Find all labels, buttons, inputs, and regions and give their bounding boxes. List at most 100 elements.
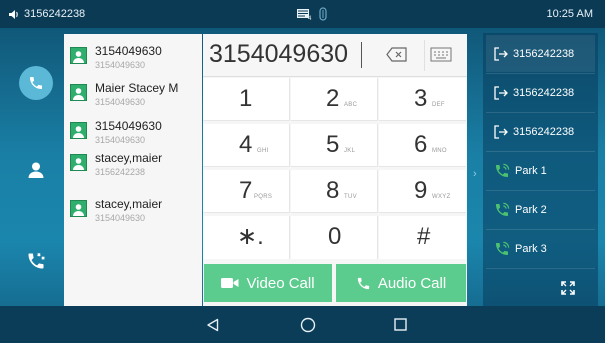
key-digit: 0 xyxy=(328,223,342,250)
recent-item[interactable]: stacey,maier 3156242238 xyxy=(64,145,202,182)
backspace-icon[interactable] xyxy=(386,47,408,62)
system-nav-bar xyxy=(0,306,605,343)
home-icon[interactable] xyxy=(300,317,316,333)
key-0[interactable]: 0 xyxy=(291,216,378,259)
divider xyxy=(424,40,425,71)
status-center: 4 xyxy=(296,7,328,21)
svg-text:4: 4 xyxy=(308,16,312,21)
line-key-label: 3156242238 xyxy=(513,125,575,138)
park-key-label: Park 1 xyxy=(515,164,547,177)
key-3[interactable]: 3 DEF xyxy=(379,78,466,121)
recent-item-name: 3154049630 xyxy=(95,44,162,58)
park-key-label: Park 3 xyxy=(515,242,547,255)
audio-call-label: Audio Call xyxy=(377,274,447,292)
nav-contacts-button[interactable] xyxy=(19,153,53,187)
park-key[interactable]: Park 3 xyxy=(486,230,595,267)
recent-item[interactable]: stacey,maier 3154049630 xyxy=(64,191,202,228)
recent-item-name: stacey,maier xyxy=(95,151,163,165)
line-key[interactable]: 3156242238 xyxy=(486,74,595,111)
key-star[interactable]: ∗. xyxy=(203,216,290,259)
line-key[interactable]: 3156242238 xyxy=(486,113,595,150)
left-nav xyxy=(0,28,64,306)
key-2[interactable]: 2 ABC xyxy=(291,78,378,121)
divider xyxy=(486,268,595,269)
key-letters: DEF xyxy=(432,102,445,108)
call-history-icon xyxy=(28,253,45,269)
clock: 10:25 AM xyxy=(546,8,593,20)
recent-item[interactable]: Maier Stacey M 3154049630 xyxy=(64,75,202,112)
audio-call-button[interactable]: Audio Call xyxy=(336,264,466,302)
keyboard-icon[interactable] xyxy=(430,47,452,62)
expand-icon[interactable] xyxy=(561,281,575,295)
line-arrow-icon xyxy=(494,46,508,61)
park-icon xyxy=(496,241,510,255)
account-number: 3156242238 xyxy=(24,8,86,20)
park-icon xyxy=(496,202,510,216)
dialpad: 3154049630 1 2 ABC 3 DEF 4 GHI 5 JKL 6 M… xyxy=(203,34,467,306)
park-icon xyxy=(496,163,510,177)
park-key[interactable]: Park 2 xyxy=(486,191,595,228)
recent-item-number: 3154049630 xyxy=(95,60,146,70)
key-7[interactable]: 7 PQRS xyxy=(203,170,290,213)
key-letters: MNO xyxy=(432,148,447,154)
bluetooth-icon xyxy=(319,7,327,21)
line-key-label: 3156242238 xyxy=(513,47,575,60)
speaker-icon xyxy=(9,9,18,19)
key-digit: 6 xyxy=(414,131,428,158)
key-digit: 7 xyxy=(239,177,253,204)
line-arrow-icon xyxy=(494,85,508,100)
line-key[interactable]: 3156242238 xyxy=(486,35,595,72)
chevron-right-icon[interactable]: › xyxy=(473,168,477,180)
key-letters: PQRS xyxy=(254,194,273,200)
key-hash[interactable]: # xyxy=(379,216,466,259)
recent-item-name: Maier Stacey M xyxy=(95,81,179,95)
key-digit: 3 xyxy=(414,85,428,112)
phone-icon xyxy=(357,277,369,289)
key-9[interactable]: 9 WXYZ xyxy=(379,170,466,213)
key-digit: 9 xyxy=(414,177,428,204)
park-key[interactable]: Park 1 xyxy=(486,152,595,189)
key-digit: 2 xyxy=(326,85,340,112)
recent-item-number: 3154049630 xyxy=(95,213,146,223)
park-key-label: Park 2 xyxy=(515,203,547,216)
video-camera-icon xyxy=(221,278,239,288)
recent-item-name: 3154049630 xyxy=(95,119,162,133)
recent-item-number: 3154049630 xyxy=(95,135,146,145)
key-letters: WXYZ xyxy=(432,194,451,200)
dial-input[interactable]: 3154049630 xyxy=(209,40,348,69)
back-icon[interactable] xyxy=(206,318,219,332)
key-letters: JKL xyxy=(344,148,356,154)
recent-calls-list: 3154049630 3154049630 Maier Stacey M 315… xyxy=(64,34,202,306)
text-cursor xyxy=(361,42,362,68)
key-digit: 4 xyxy=(239,131,253,158)
key-digit: ∗. xyxy=(237,223,264,250)
recent-apps-icon[interactable] xyxy=(394,318,407,331)
contact-avatar-icon xyxy=(70,154,87,171)
key-letters: TUV xyxy=(344,194,357,200)
line-arrow-icon xyxy=(494,124,508,139)
nav-history-button[interactable] xyxy=(19,244,53,278)
nav-dial-button[interactable] xyxy=(19,66,53,100)
line-key-label: 3156242238 xyxy=(513,86,575,99)
message-icon: 4 xyxy=(297,9,312,21)
key-digit: 5 xyxy=(326,131,340,158)
video-call-label: Video Call xyxy=(246,274,315,292)
contacts-icon xyxy=(28,162,44,178)
contact-avatar-icon xyxy=(70,47,87,64)
contact-avatar-icon xyxy=(70,122,87,139)
key-1[interactable]: 1 xyxy=(203,78,290,121)
status-left: 3156242238 xyxy=(8,8,85,20)
recent-item-number: 3156242238 xyxy=(95,167,146,177)
phone-icon xyxy=(30,77,42,89)
key-6[interactable]: 6 MNO xyxy=(379,124,466,167)
key-8[interactable]: 8 TUV xyxy=(291,170,378,213)
video-call-button[interactable]: Video Call xyxy=(204,264,332,302)
contact-avatar-icon xyxy=(70,84,87,101)
key-4[interactable]: 4 GHI xyxy=(203,124,290,167)
key-letters: GHI xyxy=(257,148,269,154)
recent-item[interactable]: 3154049630 3154049630 xyxy=(64,38,202,75)
key-letters: ABC xyxy=(344,102,358,108)
key-5[interactable]: 5 JKL xyxy=(291,124,378,167)
contact-avatar-icon xyxy=(70,200,87,217)
dial-input-area[interactable]: 3154049630 xyxy=(203,34,467,77)
